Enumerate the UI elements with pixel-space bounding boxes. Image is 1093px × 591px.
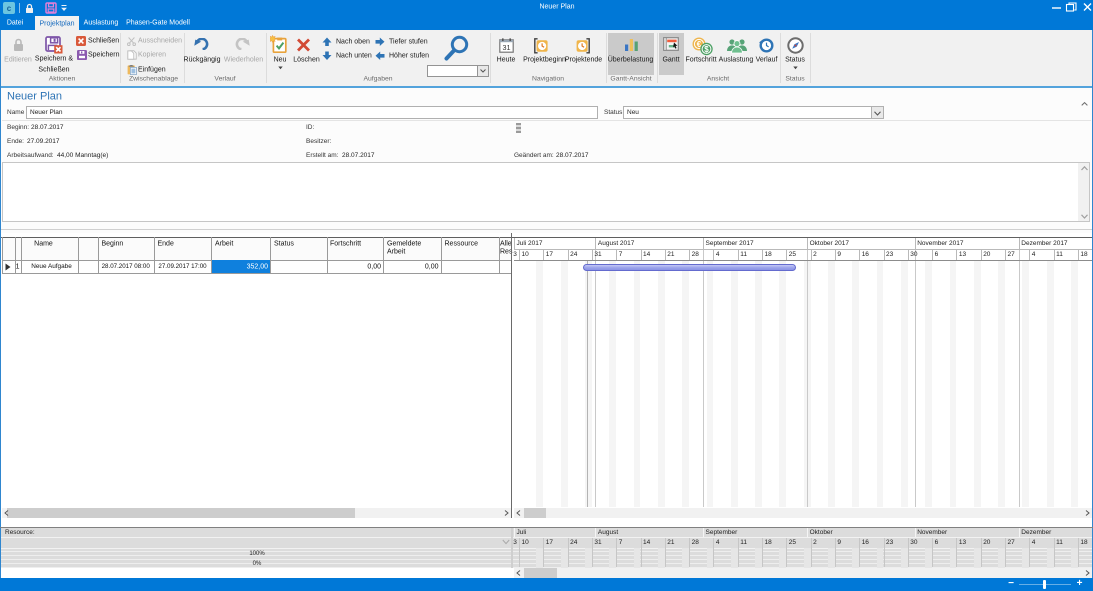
svg-text:31: 31 bbox=[503, 43, 511, 52]
svg-text:$: $ bbox=[704, 45, 709, 54]
